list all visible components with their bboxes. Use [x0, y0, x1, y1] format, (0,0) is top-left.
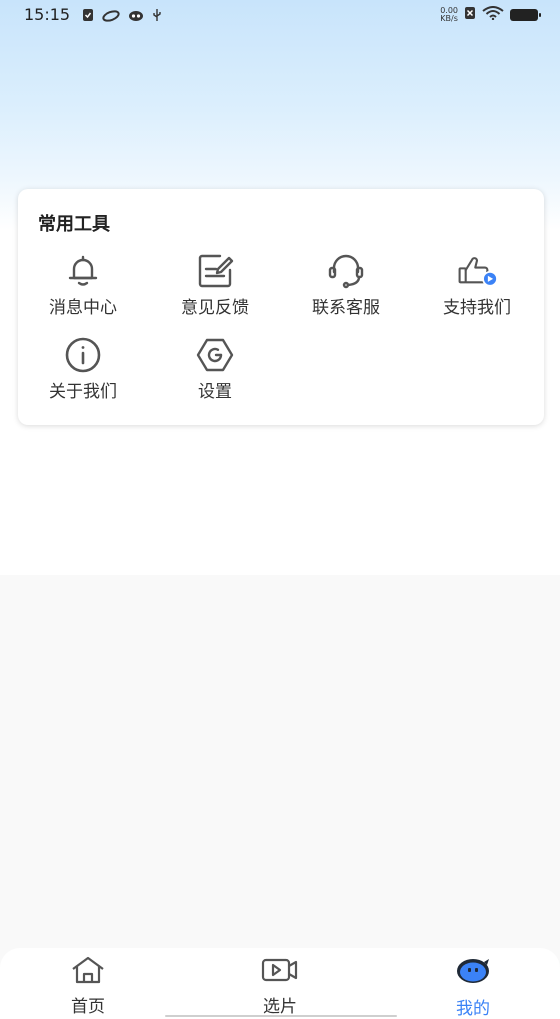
tool-about-us[interactable]: 关于我们: [18, 335, 148, 405]
headset-icon: [326, 251, 366, 291]
tool-support-us[interactable]: 支持我们: [412, 251, 542, 321]
network-speed: 0.00 KB/s: [440, 6, 458, 23]
net-speed-unit: KB/s: [440, 13, 458, 23]
gear-icon: [195, 335, 235, 375]
nav-label: 选片: [263, 997, 297, 1017]
mascot-avatar-icon: [454, 956, 492, 990]
shield-check-icon: [82, 7, 94, 26]
tool-feedback[interactable]: 意见反馈: [150, 251, 280, 321]
bottom-nav: 首页 选片 我的: [0, 948, 560, 1019]
wifi-icon: [482, 5, 504, 24]
usb-icon: [152, 7, 162, 26]
tool-customer-service[interactable]: 联系客服: [281, 251, 411, 321]
video-play-icon: [261, 956, 299, 988]
tool-label: 关于我们: [49, 382, 117, 402]
nav-item-select[interactable]: 选片: [225, 956, 335, 1017]
tool-label: 设置: [198, 382, 232, 402]
status-bar: 15:15 0.00 KB/s: [0, 0, 560, 30]
nav-item-mine[interactable]: 我的: [418, 956, 528, 1019]
tool-label: 意见反馈: [181, 298, 249, 318]
tool-label: 消息中心: [49, 298, 117, 318]
card-title: 常用工具: [38, 214, 110, 235]
info-icon: [63, 335, 103, 375]
nav-label: 我的: [456, 999, 490, 1019]
feedback-edit-icon: [195, 251, 235, 291]
tool-message-center[interactable]: 消息中心: [18, 251, 148, 321]
tool-settings[interactable]: 设置: [150, 335, 280, 405]
app-swirl-icon: [102, 7, 120, 26]
battery-icon: [510, 8, 541, 21]
nav-item-home[interactable]: 首页: [33, 956, 143, 1017]
nav-label: 首页: [71, 997, 105, 1017]
home-icon: [70, 956, 106, 988]
tool-label: 联系客服: [312, 298, 380, 318]
common-tools-card: 常用工具 消息中心 意见反馈 联系客服 支持我们 关于我们 设置: [18, 189, 544, 425]
app-eyes-icon: [128, 7, 144, 26]
sim-off-icon: [464, 5, 476, 24]
status-system-icons: 0.00 KB/s: [440, 5, 541, 24]
home-indicator: [165, 1015, 397, 1017]
thumbs-up-play-icon: [457, 251, 497, 291]
status-time: 15:15: [24, 5, 71, 24]
status-notification-icons: [82, 7, 162, 26]
bell-icon: [63, 251, 103, 291]
tool-label: 支持我们: [443, 298, 511, 318]
